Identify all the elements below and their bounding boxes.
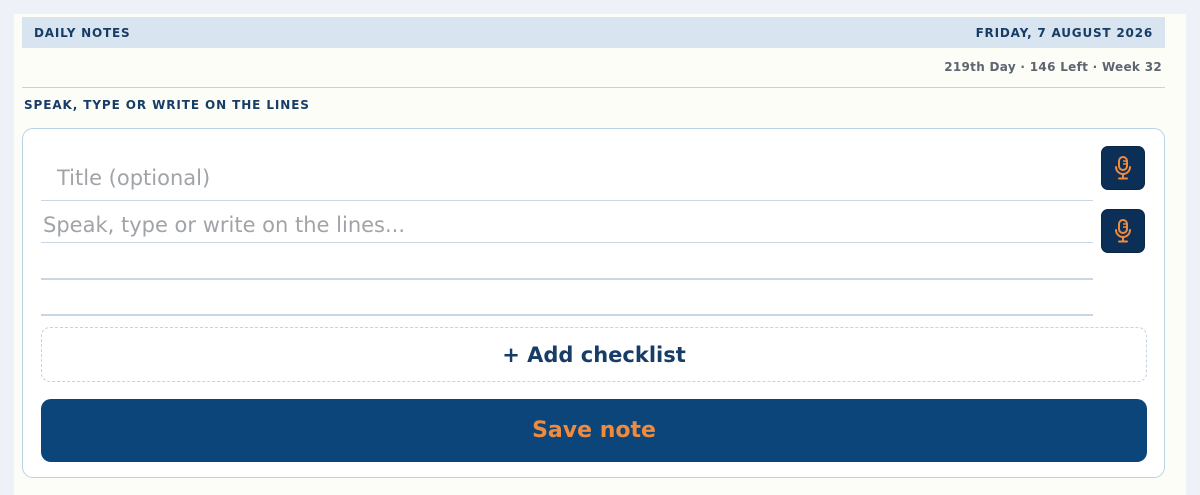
microphone-icon: [1115, 156, 1131, 180]
divider: [22, 87, 1165, 88]
panel-title: DAILY NOTES: [34, 25, 131, 40]
day-stats: 219th Day · 146 Left · Week 32: [944, 60, 1162, 74]
save-note-button[interactable]: Save note: [41, 399, 1147, 462]
title-input[interactable]: [41, 143, 1093, 201]
body-mic-button[interactable]: [1101, 209, 1145, 253]
body-input[interactable]: [41, 201, 1093, 243]
section-label: SPEAK, TYPE OR WRITE ON THE LINES: [24, 98, 310, 112]
add-checklist-button[interactable]: + Add checklist: [41, 327, 1147, 382]
writing-line: [41, 278, 1093, 280]
current-date: FRIDAY, 7 AUGUST 2026: [975, 25, 1153, 40]
lined-writing-area: [41, 201, 1093, 316]
writing-line: [41, 314, 1093, 316]
daily-notes-panel: DAILY NOTES FRIDAY, 7 AUGUST 2026 219th …: [14, 14, 1186, 495]
microphone-icon: [1115, 219, 1131, 243]
note-card: + Add checklist Save note: [22, 128, 1165, 478]
panel-header: DAILY NOTES FRIDAY, 7 AUGUST 2026: [22, 17, 1165, 48]
title-mic-button[interactable]: [1101, 146, 1145, 190]
